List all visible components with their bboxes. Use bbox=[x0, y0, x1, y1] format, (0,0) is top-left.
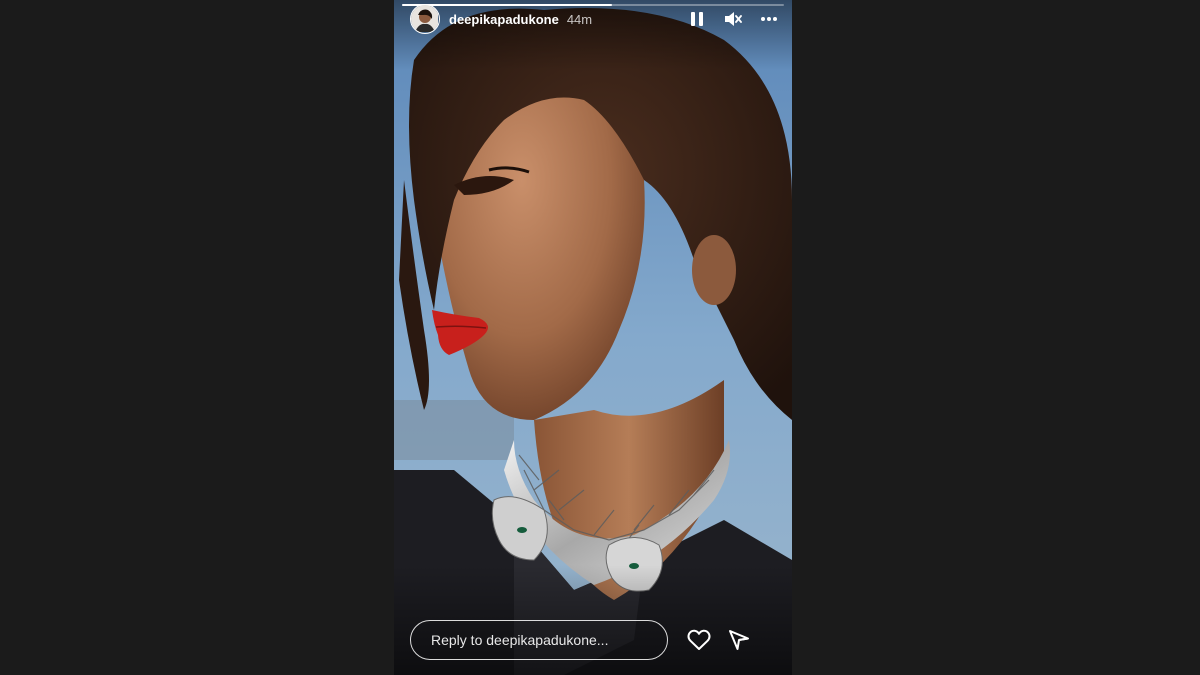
send-icon bbox=[729, 630, 749, 650]
story-timestamp: 44m bbox=[566, 11, 593, 27]
speaker-muted-icon bbox=[725, 12, 742, 26]
mute-button[interactable] bbox=[722, 8, 744, 30]
more-horizontal-icon bbox=[761, 17, 777, 21]
story-footer bbox=[410, 618, 776, 662]
reply-input[interactable] bbox=[410, 620, 668, 660]
avatar-image bbox=[411, 5, 438, 32]
share-button[interactable] bbox=[724, 625, 754, 655]
heart-icon bbox=[687, 629, 711, 650]
more-options-button[interactable] bbox=[758, 8, 780, 30]
header-controls bbox=[686, 8, 780, 30]
username[interactable]: deepikapadukone bbox=[449, 12, 559, 27]
page-background: deepikapadukone 44m bbox=[0, 0, 1200, 675]
story-header: deepikapadukone 44m bbox=[410, 4, 780, 34]
pause-icon bbox=[691, 12, 703, 26]
avatar[interactable] bbox=[410, 4, 440, 34]
like-button[interactable] bbox=[684, 625, 714, 655]
pause-button[interactable] bbox=[686, 8, 708, 30]
story-viewer[interactable]: deepikapadukone 44m bbox=[394, 0, 792, 675]
